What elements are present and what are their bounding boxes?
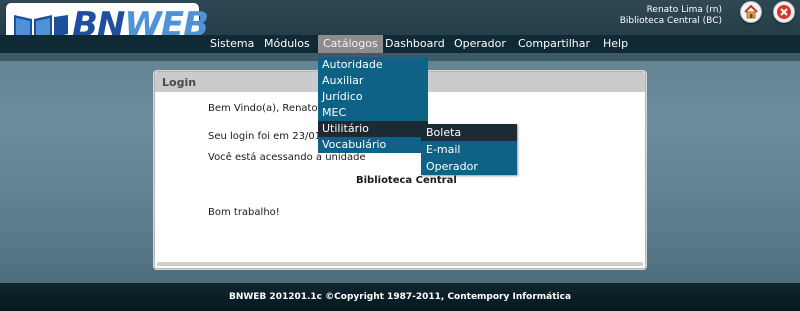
submenu-item-email[interactable]: E-mail xyxy=(421,141,517,158)
menu-item-utilitario[interactable]: Utilitário xyxy=(318,121,428,137)
closing-text: Bom trabalho! xyxy=(208,207,280,218)
home-icon xyxy=(744,4,758,19)
library-name: Biblioteca Central (BC) xyxy=(619,16,722,26)
user-name: Renato Lima (rn) xyxy=(646,5,722,15)
user-info: Renato Lima (rn) Biblioteca Central (BC) xyxy=(620,5,722,27)
nav-modulos[interactable]: Módulos xyxy=(259,35,315,53)
last-login-text: Seu login foi em 23/01/ xyxy=(208,131,325,142)
close-button[interactable] xyxy=(773,1,795,23)
menu-item-mec[interactable]: MEC xyxy=(318,105,428,121)
welcome-text: Bem Vindo(a), Renato Li xyxy=(208,103,330,114)
menu-item-vocabulario[interactable]: Vocabulário xyxy=(318,137,428,153)
nav-catalogos[interactable]: Catálogos xyxy=(318,35,383,53)
submenu-item-boleta[interactable]: Boleta xyxy=(421,124,517,141)
nav-sistema[interactable]: Sistema xyxy=(205,35,259,53)
home-button[interactable] xyxy=(740,1,762,23)
menu-item-juridico[interactable]: Jurídico xyxy=(318,89,428,105)
close-icon xyxy=(777,5,791,19)
nav-compartilhar[interactable]: Compartilhar xyxy=(513,35,595,53)
panel-bottom-bar xyxy=(157,262,643,266)
catalogos-dropdown: Autoridade Auxiliar Jurídico MEC Utilitá… xyxy=(318,57,428,153)
panel-title: Login xyxy=(162,76,197,89)
unit-name: Biblioteca Central xyxy=(356,175,457,186)
access-text: Você está acessando a unidade xyxy=(208,152,366,163)
menu-item-auxiliar[interactable]: Auxiliar xyxy=(318,73,428,89)
nav-help[interactable]: Help xyxy=(598,35,633,53)
submenu-item-operador[interactable]: Operador xyxy=(421,158,517,175)
nav-operador[interactable]: Operador xyxy=(449,35,511,53)
menu-item-autoridade[interactable]: Autoridade xyxy=(318,57,428,73)
utilitario-submenu: Boleta E-mail Operador xyxy=(421,124,517,175)
nav-dashboard[interactable]: Dashboard xyxy=(380,35,450,53)
main-nav: Sistema Módulos Catálogos Dashboard Oper… xyxy=(0,35,800,53)
app-footer: BNWEB 201201.1c ©Copyright 1987-2011, Co… xyxy=(0,283,800,311)
copyright-text: BNWEB 201201.1c ©Copyright 1987-2011, Co… xyxy=(228,292,572,302)
